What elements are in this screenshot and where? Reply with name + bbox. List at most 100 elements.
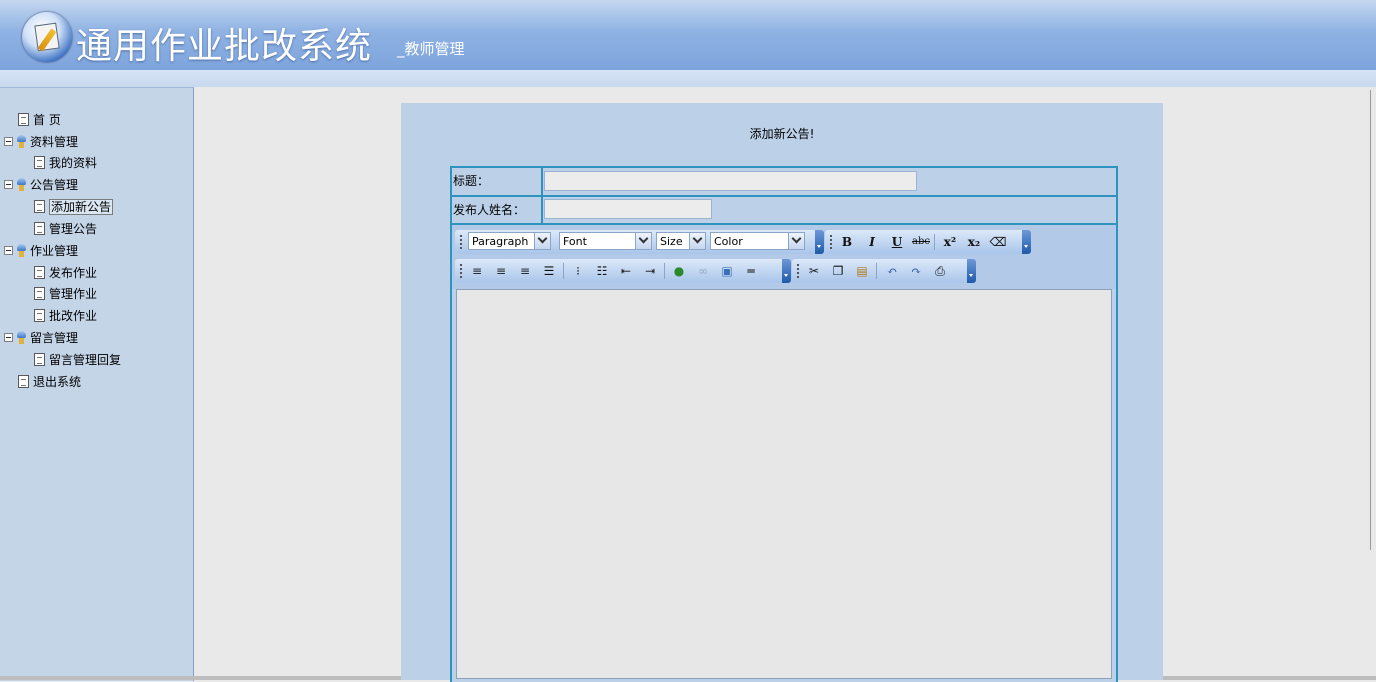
indent-icon[interactable]: ⇥ xyxy=(640,261,660,281)
sidebar-item-label: 留言管理回复 xyxy=(49,352,122,367)
page-icon xyxy=(34,200,45,213)
strikethrough-icon[interactable]: abc xyxy=(911,232,931,252)
sidebar-item-label: 作业管理 xyxy=(30,243,79,258)
sidebar-item-label: 公告管理 xyxy=(30,177,79,192)
size-select[interactable]: Size xyxy=(656,232,706,250)
eraser-icon[interactable]: ⌫ xyxy=(988,232,1008,252)
sidebar-item-manage-homework[interactable]: 管理作业 xyxy=(34,284,97,302)
scrollbar-edge xyxy=(1370,90,1371,550)
sidebar-nav: 首 页 资料管理 我的资料 公告管理 添加新公告 管理公告 作业管理 发布作业 … xyxy=(0,87,194,681)
sidebar-item-profile-management[interactable]: 资料管理 xyxy=(4,132,78,150)
editor-content-area[interactable] xyxy=(456,289,1112,679)
horizontal-rule-icon[interactable]: ═ xyxy=(741,261,761,281)
print-icon[interactable]: ⎙ xyxy=(930,261,950,281)
toolbar-overflow-icon[interactable] xyxy=(815,230,824,254)
toolbar-overflow-icon[interactable] xyxy=(1022,230,1031,254)
title-input[interactable] xyxy=(544,171,917,191)
title-row: 标题： xyxy=(452,168,1116,197)
sidebar-item-my-profile[interactable]: 我的资料 xyxy=(34,153,97,171)
chevron-down-icon xyxy=(534,233,550,249)
align-left-icon[interactable]: ≡ xyxy=(467,261,487,281)
sidebar-item-label: 批改作业 xyxy=(49,308,98,323)
copy-icon[interactable]: ❐ xyxy=(828,261,848,281)
sidebar-item-add-announcement[interactable]: 添加新公告 xyxy=(34,197,114,215)
sidebar-item-label: 资料管理 xyxy=(30,134,79,149)
bold-icon[interactable]: B xyxy=(837,232,857,252)
size-select-label: Size xyxy=(660,235,683,248)
outdent-icon[interactable]: ⇤ xyxy=(616,261,636,281)
user-folder-icon xyxy=(16,178,27,191)
user-folder-icon xyxy=(16,244,27,257)
sidebar-item-message-management[interactable]: 留言管理 xyxy=(4,328,78,346)
insert-image-icon[interactable]: ▣ xyxy=(717,261,737,281)
chevron-down-icon xyxy=(635,233,651,249)
page-icon xyxy=(18,113,29,126)
page-icon xyxy=(34,222,45,235)
page-icon xyxy=(34,309,45,322)
cut-icon[interactable]: ✂ xyxy=(804,261,824,281)
page-icon xyxy=(34,266,45,279)
bulleted-list-icon[interactable]: ⁝ xyxy=(568,261,588,281)
sidebar-item-label: 管理作业 xyxy=(49,286,98,301)
numbered-list-icon[interactable]: ☷ xyxy=(592,261,612,281)
app-header: 通用作业批改系统 _教师管理 xyxy=(0,0,1376,70)
collapse-toggle-icon[interactable] xyxy=(4,246,13,255)
sidebar-item-grade-homework[interactable]: 批改作业 xyxy=(34,306,97,324)
announcement-form: 标题： 发布人姓名： Paragraph Font Size Color B I… xyxy=(450,166,1118,682)
user-folder-icon xyxy=(16,135,27,148)
unlink-icon[interactable]: ∞ xyxy=(693,261,713,281)
collapse-toggle-icon[interactable] xyxy=(4,333,13,342)
header-subbar xyxy=(0,70,1376,87)
superscript-icon[interactable]: x² xyxy=(940,232,960,252)
add-announcement-panel: 添加新公告! 标题： 发布人姓名： Paragraph Font Size Co… xyxy=(401,103,1163,682)
sidebar-item-label: 我的资料 xyxy=(49,155,98,170)
format-combo-group: Paragraph Font Size Color xyxy=(455,230,824,254)
toolbar-overflow-icon[interactable] xyxy=(967,259,976,283)
page-title: 添加新公告! xyxy=(749,127,815,141)
subscript-icon[interactable]: x₂ xyxy=(964,232,984,252)
author-name-input[interactable] xyxy=(544,199,712,219)
align-justify-icon[interactable]: ☰ xyxy=(539,261,559,281)
text-style-group: B I U abc x² x₂ ⌫ xyxy=(825,230,1031,254)
page-icon xyxy=(34,156,45,169)
undo-icon[interactable]: ↶ xyxy=(882,261,902,281)
redo-icon[interactable]: ↷ xyxy=(906,261,926,281)
underline-icon[interactable]: U xyxy=(887,232,907,252)
toolbar-overflow-icon[interactable] xyxy=(782,259,791,283)
color-select[interactable]: Color xyxy=(710,232,805,250)
page-icon xyxy=(18,375,29,388)
paragraph-select[interactable]: Paragraph xyxy=(468,232,551,250)
clipboard-group: ✂ ❐ ▤ ↶ ↷ ⎙ xyxy=(792,259,976,283)
sidebar-item-label: 添加新公告 xyxy=(49,198,114,215)
sidebar-item-label: 发布作业 xyxy=(49,265,98,280)
align-center-icon[interactable]: ≡ xyxy=(491,261,511,281)
author-name-label: 发布人姓名： xyxy=(452,197,543,223)
sidebar-item-label: 留言管理 xyxy=(30,330,79,345)
sidebar-item-homework-management[interactable]: 作业管理 xyxy=(4,241,78,259)
sidebar-item-label: 首 页 xyxy=(33,112,61,127)
font-select-label: Font xyxy=(563,235,587,248)
sidebar-item-announcement-management[interactable]: 公告管理 xyxy=(4,175,78,193)
collapse-toggle-icon[interactable] xyxy=(4,137,13,146)
title-label: 标题： xyxy=(452,168,543,195)
sidebar-item-message-reply[interactable]: 留言管理回复 xyxy=(34,350,121,368)
sidebar-item-label: 退出系统 xyxy=(33,374,82,389)
paragraph-tools-group: ≡ ≡ ≡ ☰ ⁝ ☷ ⇤ ⇥ ● ∞ ▣ ═ xyxy=(455,259,791,283)
sidebar-item-manage-announcements[interactable]: 管理公告 xyxy=(34,219,97,237)
color-select-label: Color xyxy=(714,235,743,248)
italic-icon[interactable]: I xyxy=(862,232,882,252)
font-select[interactable]: Font xyxy=(559,232,652,250)
align-right-icon[interactable]: ≡ xyxy=(515,261,535,281)
sidebar-item-home[interactable]: 首 页 xyxy=(18,110,61,128)
collapse-toggle-icon[interactable] xyxy=(4,180,13,189)
user-folder-icon xyxy=(16,331,27,344)
paste-icon[interactable]: ▤ xyxy=(852,261,872,281)
app-subtitle: _教师管理 xyxy=(397,40,465,58)
author-row: 发布人姓名： xyxy=(452,197,1116,225)
chevron-down-icon xyxy=(689,233,705,249)
sidebar-item-logout[interactable]: 退出系统 xyxy=(18,372,81,390)
sidebar-item-publish-homework[interactable]: 发布作业 xyxy=(34,263,97,281)
editor-toolbar: Paragraph Font Size Color B I U abc x² x… xyxy=(452,225,1116,289)
insert-link-icon[interactable]: ● xyxy=(669,261,689,281)
page-icon xyxy=(34,353,45,366)
